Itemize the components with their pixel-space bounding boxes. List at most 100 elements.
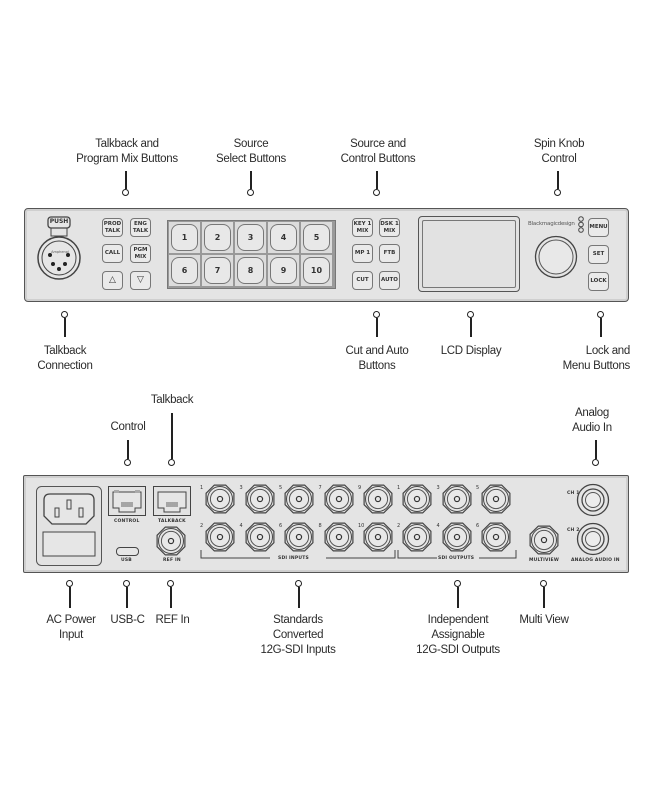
callout-pin [540, 580, 548, 608]
callout-control: Control [110, 421, 146, 433]
callout-pin [467, 311, 475, 337]
source-button-label: 6 [171, 257, 198, 284]
callout-sdi-outputs: Independent Assignable 12G-SDI Outputs [416, 614, 500, 656]
ref-in-bnc-connector[interactable] [155, 525, 187, 557]
source-button-label: 3 [237, 224, 264, 251]
multiview-bnc-connector[interactable] [528, 524, 560, 556]
analog-audio-ch1-jack[interactable] [576, 483, 610, 517]
callout-pin [597, 311, 605, 337]
control-ethernet-port[interactable] [108, 486, 146, 516]
dsk1-mix-button[interactable]: DSK 1 MIX [379, 218, 400, 237]
sdi-output-number: 5 [476, 485, 480, 491]
callout-ac-power: AC Power Input [46, 614, 96, 641]
sdi-input-number: 3 [239, 485, 243, 491]
sdi-inputs-label: SDI INPUTS [278, 556, 309, 561]
sdi-input-number: 4 [239, 523, 243, 529]
sdi-output-number: 1 [397, 485, 401, 491]
sdi-output-bnc-1[interactable] [401, 483, 433, 515]
prod-talk-button[interactable]: PROD TALK [102, 218, 123, 237]
cut-button[interactable]: CUT [352, 271, 373, 290]
pgm-mix-button[interactable]: PGM MIX [130, 244, 151, 263]
sdi-output-number: 4 [436, 523, 440, 529]
callout-pin [454, 580, 462, 608]
source-button-1[interactable]: 1 [168, 221, 201, 254]
sdi-output-bnc-2[interactable] [401, 521, 433, 553]
source-button-10[interactable]: 10 [300, 254, 333, 287]
multiview-port-label: MULTIVIEW [529, 558, 559, 563]
sdi-input-bnc-10[interactable] [362, 521, 394, 553]
sdi-output-bnc-3[interactable] [441, 483, 473, 515]
ftb-button[interactable]: FTB [379, 244, 400, 263]
source-button-4[interactable]: 4 [267, 221, 300, 254]
callout-pin [123, 580, 131, 608]
key1-mix-button[interactable]: KEY 1 MIX [352, 218, 373, 237]
source-button-3[interactable]: 3 [234, 221, 267, 254]
callout-pin [168, 413, 176, 467]
sdi-input-bnc-2[interactable] [204, 521, 236, 553]
talkback-port-label: TALKBACK [158, 519, 186, 524]
lcd-display [418, 216, 520, 292]
talkback-ethernet-port[interactable] [153, 486, 191, 516]
callout-talkback-program-mix: Talkback and Program Mix Buttons [76, 138, 178, 165]
down-arrow-button[interactable]: ▽ [130, 271, 151, 290]
lock-button[interactable]: LOCK [588, 272, 609, 291]
source-button-9[interactable]: 9 [267, 254, 300, 287]
auto-button[interactable]: AUTO [379, 271, 400, 290]
sdi-outputs-label: SDI OUTPUTS [438, 556, 475, 561]
callout-pin [295, 580, 303, 608]
callout-ref-in: REF In [155, 614, 190, 626]
callout-pin [124, 440, 132, 467]
callout-source-control: Source and Control Buttons [340, 138, 416, 165]
sdi-output-bnc-4[interactable] [441, 521, 473, 553]
callout-pin [122, 171, 130, 197]
source-button-label: 1 [171, 224, 198, 251]
source-button-8[interactable]: 8 [234, 254, 267, 287]
sdi-input-bnc-1[interactable] [204, 483, 236, 515]
sdi-input-number: 6 [279, 523, 283, 529]
sdi-input-number: 2 [200, 523, 204, 529]
callout-lock-menu: Lock and Menu Buttons [562, 345, 631, 372]
menu-button[interactable]: MENU [588, 218, 609, 237]
sdi-input-number: 9 [358, 485, 362, 491]
callout-source-select: Source Select Buttons [216, 138, 286, 165]
callout-lcd-display: LCD Display [440, 345, 502, 357]
callout-analog-audio-in: Analog Audio In [572, 407, 612, 434]
callout-talkback-connection: Talkback Connection [37, 345, 93, 372]
sdi-input-bnc-7[interactable] [323, 483, 355, 515]
callout-sdi-inputs: Standards Converted 12G-SDI Inputs [260, 614, 336, 656]
sdi-input-number: 8 [318, 523, 322, 529]
sdi-input-bnc-9[interactable] [362, 483, 394, 515]
source-button-label: 2 [204, 224, 231, 251]
set-button[interactable]: SET [588, 245, 609, 264]
sdi-output-bnc-6[interactable] [480, 521, 512, 553]
up-arrow-button[interactable]: △ [102, 271, 123, 290]
source-button-label: 10 [303, 257, 330, 284]
analog-audio-ch2-jack[interactable] [576, 522, 610, 556]
brand-dots-icon [578, 216, 584, 233]
source-button-5[interactable]: 5 [300, 221, 333, 254]
callout-pin [592, 440, 600, 467]
sdi-input-bnc-8[interactable] [323, 521, 355, 553]
call-button[interactable]: CALL [102, 244, 123, 263]
sdi-input-number: 1 [200, 485, 204, 491]
sdi-input-bnc-5[interactable] [283, 483, 315, 515]
sdi-input-bnc-6[interactable] [283, 521, 315, 553]
sdi-input-bnc-3[interactable] [244, 483, 276, 515]
spin-knob[interactable] [534, 235, 578, 279]
sdi-output-bnc-5[interactable] [480, 483, 512, 515]
sdi-input-number: 10 [358, 523, 365, 529]
control-port-label: CONTROL [114, 519, 140, 524]
callout-usb-c: USB-C [110, 614, 145, 626]
source-button-7[interactable]: 7 [201, 254, 234, 287]
ref-in-port-label: REF IN [163, 558, 181, 563]
callout-pin [247, 171, 255, 197]
eng-talk-button[interactable]: ENG TALK [130, 218, 151, 237]
source-button-6[interactable]: 6 [168, 254, 201, 287]
callout-multi-view: Multi View [519, 614, 569, 626]
usb-c-port[interactable] [116, 547, 139, 556]
callout-pin [554, 171, 562, 197]
sdi-input-bnc-4[interactable] [244, 521, 276, 553]
callout-pin [373, 311, 381, 337]
source-button-2[interactable]: 2 [201, 221, 234, 254]
mp1-button[interactable]: MP 1 [352, 244, 373, 263]
